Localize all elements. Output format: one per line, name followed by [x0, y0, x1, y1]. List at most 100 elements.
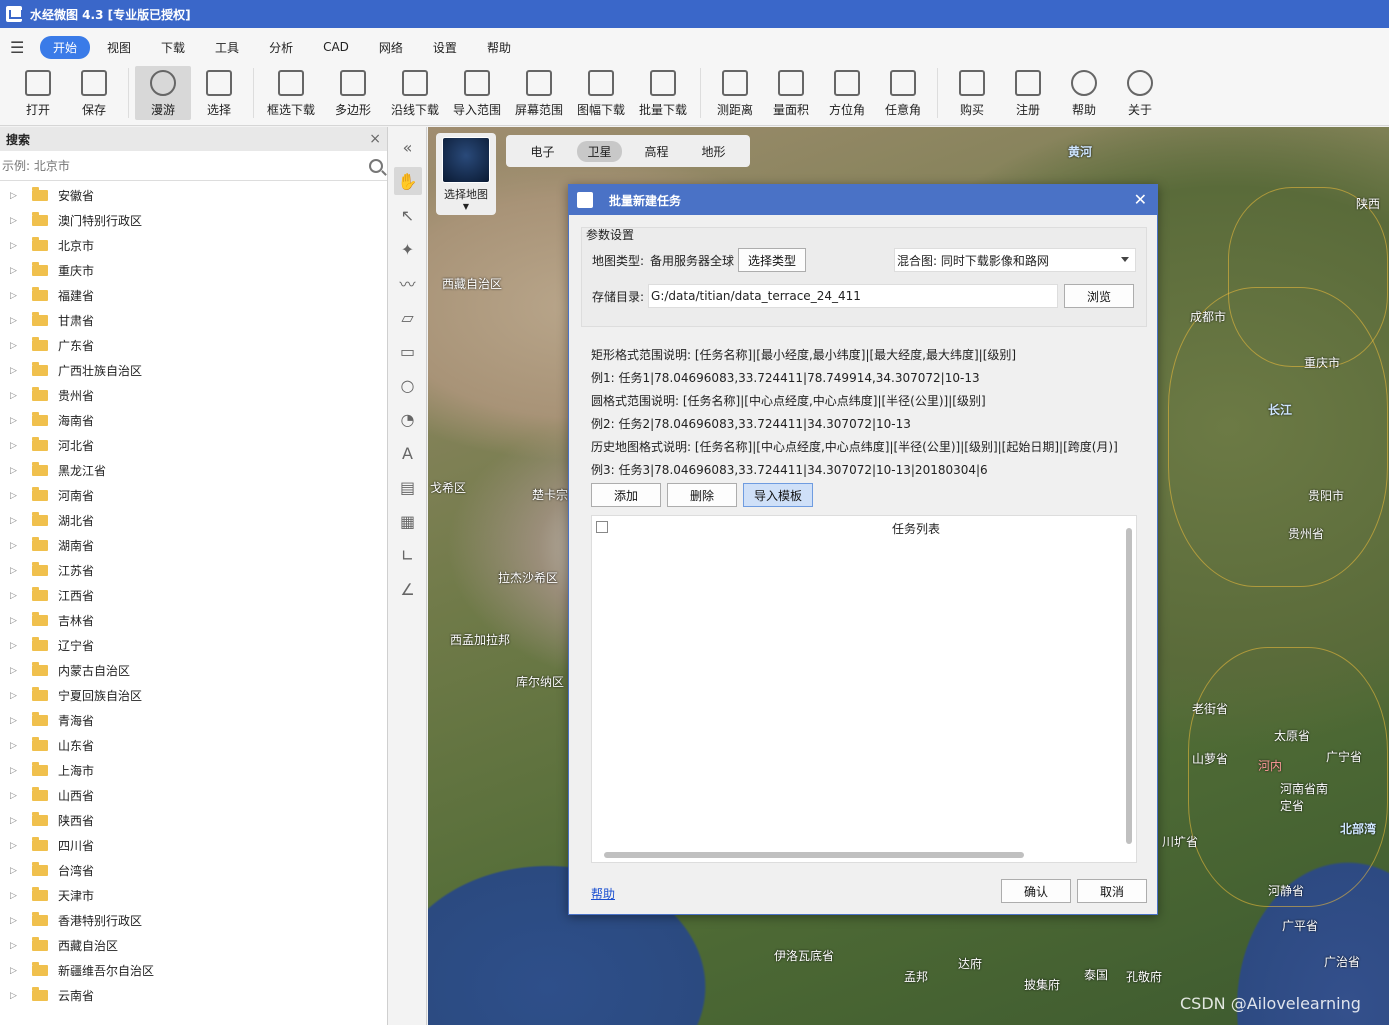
- expand-arrow-icon[interactable]: ▷: [10, 316, 32, 326]
- tree-item[interactable]: ▷ 湖北省: [0, 508, 387, 533]
- expand-arrow-icon[interactable]: ▷: [10, 591, 32, 601]
- expand-arrow-icon[interactable]: ▷: [10, 391, 32, 401]
- import-range-button[interactable]: 导入范围: [446, 66, 508, 120]
- expand-arrow-icon[interactable]: ▷: [10, 341, 32, 351]
- box-download-button[interactable]: 框选下载: [260, 66, 322, 120]
- map-layer-selector[interactable]: 选择地图 ▼: [436, 133, 496, 215]
- expand-arrow-icon[interactable]: ▷: [10, 691, 32, 701]
- tree-item[interactable]: ▷ 福建省: [0, 283, 387, 308]
- azimuth-icon[interactable]: ∟: [394, 541, 422, 569]
- tree-item[interactable]: ▷ 辽宁省: [0, 633, 387, 658]
- expand-arrow-icon[interactable]: ▷: [10, 816, 32, 826]
- tree-item[interactable]: ▷ 贵州省: [0, 383, 387, 408]
- expand-arrow-icon[interactable]: ▷: [10, 666, 32, 676]
- tree-item[interactable]: ▷ 香港特别行政区: [0, 908, 387, 933]
- menu-view[interactable]: 视图: [94, 36, 144, 59]
- confirm-button[interactable]: 确认: [1001, 879, 1071, 903]
- measure-distance-button[interactable]: 测距离: [707, 66, 763, 120]
- angle-icon[interactable]: ∠: [394, 575, 422, 603]
- tree-item[interactable]: ▷ 吉林省: [0, 608, 387, 633]
- save-button[interactable]: 保存: [66, 66, 122, 120]
- hamburger-menu-icon[interactable]: ☰: [10, 38, 24, 57]
- tree-item[interactable]: ▷ 广东省: [0, 333, 387, 358]
- polygon-icon[interactable]: ▱: [394, 303, 422, 331]
- expand-arrow-icon[interactable]: ▷: [10, 291, 32, 301]
- expand-arrow-icon[interactable]: ▷: [10, 541, 32, 551]
- tree-item[interactable]: ▷ 山西省: [0, 783, 387, 808]
- expand-arrow-icon[interactable]: ▷: [10, 266, 32, 276]
- menu-cad[interactable]: CAD: [310, 37, 362, 57]
- angle-button[interactable]: 任意角: [875, 66, 931, 120]
- sector-icon[interactable]: ◔: [394, 405, 422, 433]
- pointer-icon[interactable]: ↖: [394, 201, 422, 229]
- expand-arrow-icon[interactable]: ▷: [10, 866, 32, 876]
- expand-arrow-icon[interactable]: ▷: [10, 916, 32, 926]
- menu-tools[interactable]: 工具: [202, 36, 252, 59]
- tab-electronic[interactable]: 电子: [520, 141, 564, 162]
- close-icon[interactable]: ✕: [1134, 190, 1147, 209]
- menu-download[interactable]: 下载: [148, 36, 198, 59]
- tree-item[interactable]: ▷ 上海市: [0, 758, 387, 783]
- expand-arrow-icon[interactable]: ▷: [10, 841, 32, 851]
- scrollbar-thumb[interactable]: [604, 852, 1024, 858]
- task-list[interactable]: 任务列表: [591, 515, 1137, 863]
- cancel-button[interactable]: 取消: [1077, 879, 1147, 903]
- register-button[interactable]: 注册: [1000, 66, 1056, 120]
- expand-arrow-icon[interactable]: ▷: [10, 791, 32, 801]
- hand-icon[interactable]: ✋: [393, 167, 422, 195]
- expand-arrow-icon[interactable]: ▷: [10, 616, 32, 626]
- tab-satellite[interactable]: 卫星: [577, 140, 622, 162]
- pin-icon[interactable]: ✦: [394, 235, 422, 263]
- tree-item[interactable]: ▷ 天津市: [0, 883, 387, 908]
- tree-item[interactable]: ▷ 江西省: [0, 583, 387, 608]
- expand-arrow-icon[interactable]: ▷: [10, 241, 32, 251]
- tab-elevation[interactable]: 高程: [634, 141, 678, 162]
- expand-arrow-icon[interactable]: ▷: [10, 741, 32, 751]
- circle-icon[interactable]: ○: [394, 371, 422, 399]
- tree-item[interactable]: ▷ 澳门特别行政区: [0, 208, 387, 233]
- buy-button[interactable]: 购买: [944, 66, 1000, 120]
- help-link[interactable]: 帮助: [591, 885, 615, 902]
- tree-item[interactable]: ▷ 安徽省: [0, 183, 387, 208]
- polygon-button[interactable]: 多边形: [322, 66, 384, 120]
- collapse-chevron-icon[interactable]: «: [394, 133, 422, 161]
- area-icon[interactable]: ▦: [394, 507, 422, 535]
- search-icon[interactable]: [369, 158, 383, 173]
- expand-arrow-icon[interactable]: ▷: [10, 566, 32, 576]
- vertical-scrollbar[interactable]: [1124, 518, 1134, 848]
- browse-button[interactable]: 浏览: [1064, 284, 1135, 308]
- delete-button[interactable]: 删除: [667, 483, 737, 507]
- scrollbar-thumb[interactable]: [1126, 528, 1132, 844]
- sheet-download-button[interactable]: 图幅下载: [570, 66, 632, 120]
- expand-arrow-icon[interactable]: ▷: [10, 991, 32, 1001]
- tree-item[interactable]: ▷ 新疆维吾尔自治区: [0, 958, 387, 983]
- search-input[interactable]: [2, 158, 342, 173]
- horizontal-scrollbar[interactable]: [594, 850, 1124, 860]
- select-type-button[interactable]: 选择类型: [738, 248, 807, 272]
- expand-arrow-icon[interactable]: ▷: [10, 716, 32, 726]
- add-button[interactable]: 添加: [591, 483, 661, 507]
- tree-item[interactable]: ▷ 陕西省: [0, 808, 387, 833]
- expand-arrow-icon[interactable]: ▷: [10, 416, 32, 426]
- expand-arrow-icon[interactable]: ▷: [10, 641, 32, 651]
- import-template-button[interactable]: 导入模板: [743, 483, 813, 507]
- pan-button[interactable]: 漫游: [135, 66, 191, 120]
- tree-item[interactable]: ▷ 北京市: [0, 233, 387, 258]
- expand-arrow-icon[interactable]: ▷: [10, 216, 32, 226]
- screen-range-button[interactable]: 屏幕范围: [508, 66, 570, 120]
- rectangle-icon[interactable]: ▭: [394, 337, 422, 365]
- menu-settings[interactable]: 设置: [420, 36, 470, 59]
- tab-terrain[interactable]: 地形: [691, 141, 735, 162]
- tree-item[interactable]: ▷ 内蒙古自治区: [0, 658, 387, 683]
- menu-network[interactable]: 网络: [366, 36, 416, 59]
- close-icon[interactable]: ×: [369, 131, 381, 147]
- tree-item[interactable]: ▷ 湖南省: [0, 533, 387, 558]
- expand-arrow-icon[interactable]: ▷: [10, 366, 32, 376]
- tree-item[interactable]: ▷ 重庆市: [0, 258, 387, 283]
- tree-item[interactable]: ▷ 江苏省: [0, 558, 387, 583]
- tree-item[interactable]: ▷ 宁夏回族自治区: [0, 683, 387, 708]
- batch-download-button[interactable]: 批量下载: [632, 66, 694, 120]
- storage-dir-input[interactable]: G:/data/titian/data_terrace_24_411: [648, 284, 1059, 308]
- expand-arrow-icon[interactable]: ▷: [10, 441, 32, 451]
- tree-item[interactable]: ▷ 河南省: [0, 483, 387, 508]
